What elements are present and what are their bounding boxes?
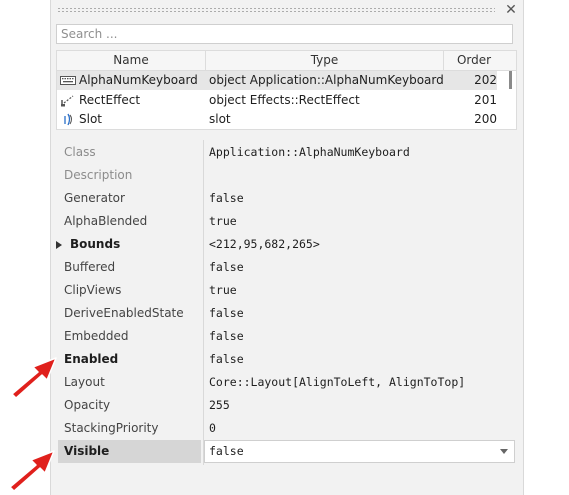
property-row-description[interactable]: Description	[56, 164, 517, 187]
property-name: StackingPriority	[64, 421, 159, 435]
list-item[interactable]: RectEffect object Effects::RectEffect 20…	[57, 91, 497, 110]
list-item-type: object Application::AlphaNumKeyboard	[209, 73, 444, 87]
property-row-visible[interactable]: Visible false	[56, 440, 517, 463]
visible-value-dropdown[interactable]: false	[204, 440, 515, 463]
inspector-panel: ✕ Search ... Name Type Order AlphaNumKey…	[50, 0, 524, 495]
members-list: Name Type Order AlphaNumKeyboard object …	[56, 50, 517, 130]
list-scrollbar[interactable]	[506, 71, 516, 129]
list-header: Name Type Order	[57, 51, 516, 71]
property-name: Generator	[64, 191, 125, 205]
property-row-clipviews[interactable]: ClipViews true	[56, 279, 517, 302]
property-value: Application::AlphaNumKeyboard	[209, 145, 410, 159]
chevron-down-icon[interactable]	[500, 449, 508, 454]
list-item[interactable]: Slot slot 200	[57, 110, 497, 129]
list-item-order: 201	[474, 93, 497, 107]
list-item-type: slot	[209, 112, 231, 126]
property-value: false	[209, 329, 244, 343]
property-name: Buffered	[64, 260, 116, 274]
property-row-class[interactable]: Class Application::AlphaNumKeyboard	[56, 141, 517, 164]
column-header-name[interactable]: Name	[57, 51, 205, 70]
property-name: ClipViews	[64, 283, 122, 297]
property-row-layout[interactable]: Layout Core::Layout[AlignToLeft, AlignTo…	[56, 371, 517, 394]
list-item-order: 200	[474, 112, 497, 126]
property-row-alphablended[interactable]: AlphaBlended true	[56, 210, 517, 233]
property-row-generator[interactable]: Generator false	[56, 187, 517, 210]
property-value: false	[209, 260, 244, 274]
list-item[interactable]: AlphaNumKeyboard object Application::Alp…	[57, 71, 497, 90]
property-row-buffered[interactable]: Buffered false	[56, 256, 517, 279]
property-row-opacity[interactable]: Opacity 255	[56, 394, 517, 417]
property-grid: Class Application::AlphaNumKeyboard Desc…	[56, 140, 517, 465]
property-value: true	[209, 283, 237, 297]
list-item-order: 202	[474, 73, 497, 87]
property-value: false	[209, 352, 244, 366]
property-row-stackingpriority[interactable]: StackingPriority 0	[56, 417, 517, 440]
list-scrollbar-thumb[interactable]	[509, 71, 512, 89]
column-header-type[interactable]: Type	[206, 51, 443, 70]
property-name: AlphaBlended	[64, 214, 148, 228]
property-value: <212,95,682,265>	[209, 237, 320, 251]
property-row-enabled[interactable]: Enabled false	[56, 348, 517, 371]
slot-icon	[64, 113, 73, 126]
property-name: Description	[64, 168, 133, 182]
property-name: Embedded	[64, 329, 129, 343]
list-item-name: Slot	[79, 112, 102, 126]
property-value: true	[209, 214, 237, 228]
panel-drag-grip[interactable]	[57, 7, 495, 13]
search-input[interactable]: Search ...	[56, 24, 513, 44]
property-value: 0	[209, 421, 216, 435]
property-value: false	[209, 444, 244, 458]
property-row-embedded[interactable]: Embedded false	[56, 325, 517, 348]
close-icon[interactable]: ✕	[502, 0, 520, 20]
property-name: DeriveEnabledState	[64, 306, 184, 320]
property-value: 255	[209, 398, 230, 412]
property-name: Opacity	[64, 398, 111, 412]
red-arrow-icon	[9, 450, 55, 492]
property-value: false	[209, 306, 244, 320]
property-name: Class	[64, 145, 96, 159]
column-header-order[interactable]: Order	[444, 51, 504, 70]
property-row-deriveenabledstate[interactable]: DeriveEnabledState false	[56, 302, 517, 325]
list-item-type: object Effects::RectEffect	[209, 93, 360, 107]
property-name: Enabled	[64, 352, 119, 366]
property-name: Bounds	[70, 237, 121, 251]
rect-effect-icon	[61, 95, 74, 107]
property-value: Core::Layout[AlignToLeft, AlignToTop]	[209, 375, 466, 389]
expand-icon[interactable]	[56, 241, 62, 249]
keyboard-icon	[60, 76, 76, 85]
list-item-name: RectEffect	[79, 93, 141, 107]
property-name: Visible	[64, 444, 110, 458]
property-value: false	[209, 191, 244, 205]
property-row-bounds[interactable]: Bounds <212,95,682,265>	[56, 233, 517, 256]
property-name: Layout	[64, 375, 105, 389]
red-arrow-icon	[11, 357, 57, 399]
list-item-name: AlphaNumKeyboard	[79, 73, 198, 87]
